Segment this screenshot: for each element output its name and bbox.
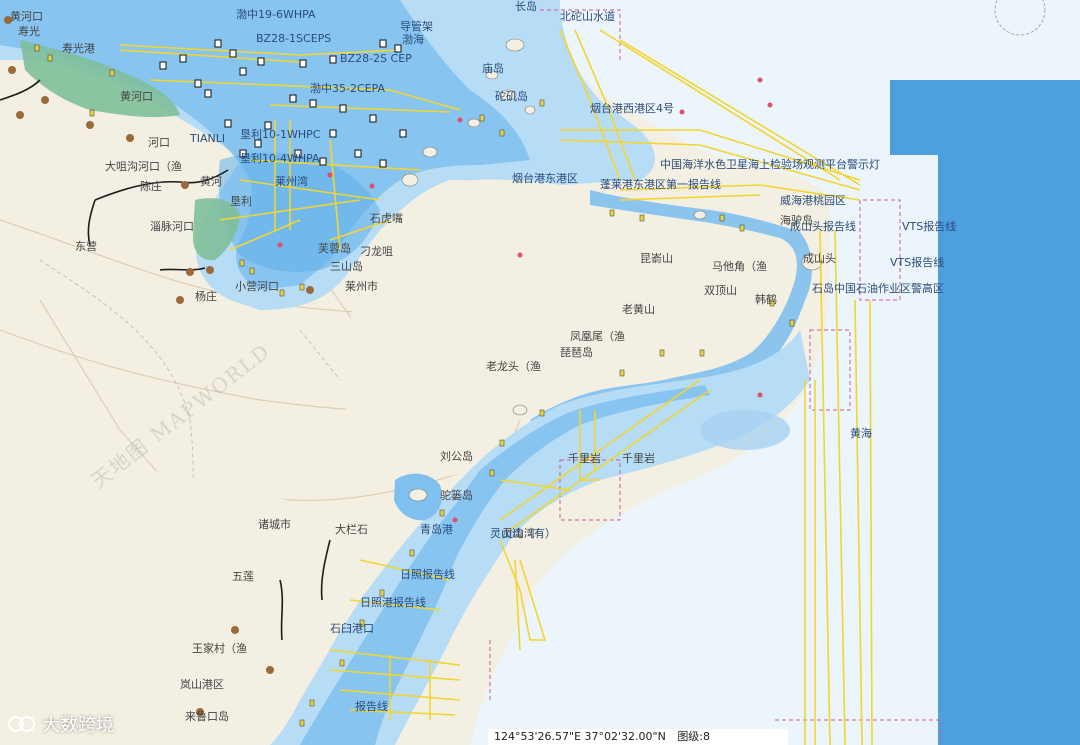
- sea-label-26: 日照报告线: [400, 567, 455, 581]
- sea-label-5: 导管架: [400, 19, 433, 33]
- land-label-27: 马他角（渔: [712, 260, 767, 273]
- sea-label-12: 砣矶岛: [495, 89, 528, 103]
- land-label-0: 黄河口: [120, 89, 153, 103]
- land-label-23: 三山岛: [330, 259, 363, 273]
- sea-label-7: 垦利10-1WHPC: [240, 128, 321, 141]
- land-label-15: 岚山港区: [180, 678, 224, 691]
- land-label-6: 杨庄: [195, 289, 217, 303]
- coordinates-readout: 124°53'26.57"E 37°02'32.00"N: [494, 730, 666, 743]
- brand-logo-icon: [8, 716, 35, 732]
- sea-label-11: 庙岛: [482, 61, 504, 75]
- brand-name: 大数跨境: [42, 715, 114, 736]
- ocean-white-strip: [890, 155, 938, 745]
- land-label-21: 莱州市: [345, 279, 378, 293]
- land-label-30: 琵琶岛: [560, 345, 593, 359]
- sea-label-6: TIANLI: [189, 132, 225, 145]
- land-label-20: 刁龙咀: [360, 245, 393, 258]
- land-label-33: 千里岩: [622, 451, 655, 465]
- land-label-7: 小营河口: [235, 279, 279, 293]
- brand-watermark: 大数跨境: [8, 711, 114, 737]
- sea-label-16: 中国海洋水色卫星海上检验场观测平台警示灯: [660, 157, 880, 171]
- land-label-28: 韩鹤: [755, 292, 777, 306]
- sea-label-28: 石臼港口: [330, 621, 374, 635]
- sea-label-21: VTS报告线: [890, 255, 944, 269]
- land-label-14: 王家村（渔: [192, 641, 247, 655]
- sea-label-25: 灵山湾（有）: [490, 526, 556, 540]
- land-label-13: 五莲: [232, 570, 254, 583]
- sea-label-0: 渤中19-6WHPA: [236, 8, 316, 21]
- land-label-10: 黄河: [200, 174, 222, 188]
- land-label-16: 来鲁口岛: [185, 709, 229, 723]
- land-label-2: 大咀沟河口（渔: [105, 159, 182, 173]
- sea-label-24: 青岛港: [420, 522, 453, 536]
- sea-label-17: 蓬莱港东港区第一报告线: [600, 177, 721, 191]
- land-label-19: 石虎嘴: [370, 212, 403, 225]
- land-label-18: 寿光港: [62, 41, 95, 55]
- land-label-34: 驼篓岛: [440, 488, 473, 502]
- deep-water-patch: [700, 410, 790, 450]
- sea-label-8: 垦利10-4WHPA: [240, 152, 320, 165]
- status-bar: 124°53'26.57"E 37°02'32.00"N 图级:8: [488, 729, 788, 745]
- sea-label-10: 长岛: [515, 0, 537, 13]
- land-label-31: 老龙头（渔: [486, 360, 541, 373]
- sea-label-19: 成山头报告线: [790, 219, 856, 233]
- land-label-8: 东营: [75, 239, 97, 253]
- land-label-38: 成山头: [803, 252, 836, 265]
- ocean-notch: [890, 80, 938, 155]
- land-label-12: 大栏石: [335, 522, 368, 536]
- land-label-17: 寿光: [18, 24, 40, 38]
- sea-label-27: 日照港报告线: [360, 595, 426, 609]
- land-label-9: 黄河口: [10, 9, 43, 23]
- sea-label-3: 渤中35-2CEPA: [310, 82, 386, 95]
- sea-label-15: 烟台港东港区: [512, 171, 578, 185]
- sea-label-13: 北砣山水道: [560, 9, 615, 23]
- sea-label-4: 渤海: [402, 32, 424, 46]
- land-label-5: 垦利: [230, 195, 252, 208]
- zoom-level: 图级:8: [677, 730, 711, 743]
- land-label-22: 芙蓉岛: [318, 241, 351, 255]
- land-label-26: 双顶山: [704, 284, 737, 297]
- sea-label-14: 烟台港西港区4号: [590, 101, 674, 115]
- land-label-4: 淄脉河口: [150, 219, 194, 233]
- land-label-29: 凤凰尾（渔: [570, 330, 625, 343]
- land-label-3: 陈庄: [140, 179, 162, 193]
- sea-label-18: 威海港桃园区: [780, 193, 846, 207]
- land-label-32: 千里岩: [568, 451, 601, 465]
- sea-label-29: 报告线: [355, 699, 388, 713]
- land-label-24: 昆嵛山: [640, 252, 673, 265]
- land-label-11: 诸城市: [258, 517, 291, 531]
- sea-label-1: BZ28-1SCEPS: [256, 32, 331, 45]
- sea-label-9: 莱州湾: [275, 174, 308, 188]
- sea-label-20: VTS报告线: [902, 219, 956, 233]
- sea-label-2: BZ28-2S CEP: [340, 52, 412, 65]
- land-label-36: 刘公岛: [440, 449, 473, 463]
- sea-label-23: 黄海: [850, 426, 872, 440]
- land-label-1: 河口: [148, 136, 170, 149]
- nautical-map[interactable]: 黄河口河口大咀沟河口（渔陈庄淄脉河口 垦利杨庄 小营河口 东营 黄河口黄河诸城市 大栏石五…: [0, 0, 1080, 745]
- land-label-25: 老黄山: [622, 302, 655, 316]
- sea-label-22: 石岛中国石油作业区警高区: [812, 281, 944, 295]
